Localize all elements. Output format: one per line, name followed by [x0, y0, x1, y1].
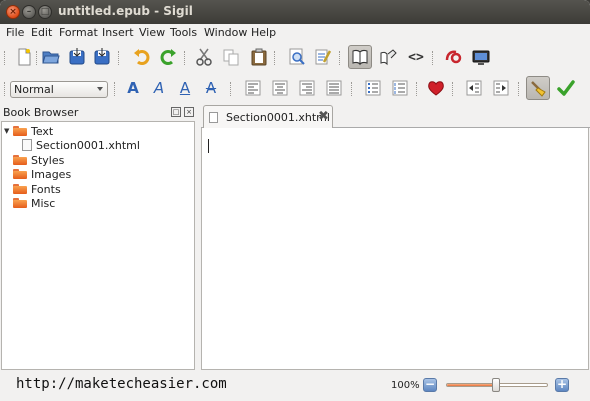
paste-icon[interactable] [247, 45, 271, 69]
toolbar-separator [230, 82, 233, 96]
title-bar[interactable]: × – □ untitled.epub - Sigil [0, 0, 590, 24]
toolbar-separator [452, 82, 455, 96]
zoom-out-button[interactable]: − [423, 378, 437, 392]
save-icon[interactable] [65, 45, 89, 69]
sigil-window: × – □ untitled.epub - Sigil File Edit Fo… [0, 0, 590, 401]
tree-file-section0001[interactable]: Section0001.xhtml [22, 138, 140, 152]
bold-icon[interactable]: A [121, 76, 145, 100]
menu-tools[interactable]: Tools [170, 26, 197, 39]
tab-close-icon[interactable]: ✖ [318, 109, 329, 124]
folder-icon [13, 184, 27, 194]
menu-view[interactable]: View [139, 26, 165, 39]
preview-icon[interactable] [469, 45, 493, 69]
book-view-editor[interactable] [201, 128, 589, 370]
zoom-level: 100% [391, 380, 420, 391]
format-toolbar: Normal A A A A [0, 73, 590, 105]
toolbar-separator [118, 51, 121, 65]
status-bar: http://maketecheasier.com 100% − + [0, 370, 590, 401]
menu-file[interactable]: File [6, 26, 24, 39]
toolbar-separator [518, 82, 521, 96]
menu-insert[interactable]: Insert [102, 26, 134, 39]
text-caret [208, 139, 209, 153]
toolbar-separator [114, 82, 117, 96]
align-center-icon[interactable] [268, 76, 292, 100]
code-view-icon[interactable]: <> [404, 45, 428, 69]
book-tree: ▼ Text Section0001.xhtml Styles Images F… [1, 121, 195, 370]
clean-source-icon[interactable] [526, 76, 550, 100]
menu-help[interactable]: Help [251, 26, 276, 39]
decrease-indent-icon[interactable] [462, 76, 486, 100]
align-left-icon[interactable] [241, 76, 265, 100]
tree-folder-text[interactable]: ▼ Text [4, 124, 53, 138]
undo-icon[interactable] [129, 45, 153, 69]
toolbar-separator [416, 82, 419, 96]
toolbar-separator [339, 51, 342, 65]
main-toolbar: <> [0, 42, 590, 74]
split-view-icon[interactable] [376, 45, 400, 69]
tree-folder-images[interactable]: Images [13, 167, 71, 181]
toolbar-separator [274, 51, 277, 65]
toolbar-grip[interactable] [4, 82, 7, 96]
redo-icon[interactable] [157, 45, 181, 69]
editor-tab-bar: Section0001.xhtml ✖ [201, 104, 590, 129]
document-icon [22, 139, 32, 151]
zoom-slider-fill [447, 384, 497, 386]
meta-editor-icon[interactable] [441, 45, 465, 69]
underline-icon[interactable]: A [173, 76, 197, 100]
check-icon[interactable] [554, 76, 578, 100]
document-icon [209, 112, 218, 123]
menu-edit[interactable]: Edit [31, 26, 52, 39]
find-icon[interactable] [285, 45, 309, 69]
expander-icon[interactable]: ▼ [4, 127, 13, 135]
folder-icon [13, 126, 27, 136]
zoom-slider-handle[interactable] [492, 378, 500, 392]
bullet-list-icon[interactable] [361, 76, 385, 100]
toolbar-separator [184, 51, 187, 65]
heading-style-select[interactable]: Normal [10, 81, 108, 98]
book-view-icon[interactable] [348, 45, 372, 69]
tab-section0001[interactable]: Section0001.xhtml ✖ [203, 105, 333, 129]
folder-icon [13, 198, 27, 208]
chevron-down-icon [97, 87, 103, 91]
book-browser-panel: Book Browser □ × ▼ Text Section0001.xhtm… [0, 104, 196, 370]
folder-icon [13, 155, 27, 165]
align-right-icon[interactable] [295, 76, 319, 100]
italic-icon[interactable]: A [147, 76, 171, 100]
save-as-icon[interactable] [90, 45, 114, 69]
book-browser-header: Book Browser □ × [0, 104, 196, 120]
copy-icon[interactable] [219, 45, 243, 69]
toolbar-grip[interactable] [4, 51, 7, 65]
toolbar-separator [432, 51, 435, 65]
cut-icon[interactable] [192, 45, 216, 69]
tree-folder-misc[interactable]: Misc [13, 196, 55, 210]
window-maximize-button[interactable]: □ [38, 5, 52, 19]
heart-icon[interactable] [424, 76, 448, 100]
window-title: untitled.epub - Sigil [58, 4, 193, 18]
window-minimize-button[interactable]: – [22, 5, 36, 19]
spellcheck-icon[interactable] [311, 45, 335, 69]
panel-close-button[interactable]: × [184, 107, 194, 117]
zoom-in-button[interactable]: + [555, 378, 569, 392]
window-close-button[interactable]: × [6, 5, 20, 19]
numbered-list-icon[interactable] [388, 76, 412, 100]
strikethrough-icon[interactable]: A [199, 76, 223, 100]
book-browser-title: Book Browser [3, 106, 79, 119]
open-folder-icon[interactable] [39, 45, 63, 69]
tree-folder-styles[interactable]: Styles [13, 153, 64, 167]
folder-icon [13, 169, 27, 179]
menu-format[interactable]: Format [59, 26, 98, 39]
justify-icon[interactable] [322, 76, 346, 100]
new-file-icon[interactable] [12, 45, 36, 69]
menu-window[interactable]: Window [204, 26, 247, 39]
tree-folder-fonts[interactable]: Fonts [13, 182, 61, 196]
menu-bar: File Edit Format Insert View Tools Windo… [0, 24, 590, 42]
toolbar-separator [351, 82, 354, 96]
watermark-url: http://maketecheasier.com [16, 376, 227, 392]
increase-indent-icon[interactable] [489, 76, 513, 100]
panel-float-button[interactable]: □ [171, 107, 181, 117]
